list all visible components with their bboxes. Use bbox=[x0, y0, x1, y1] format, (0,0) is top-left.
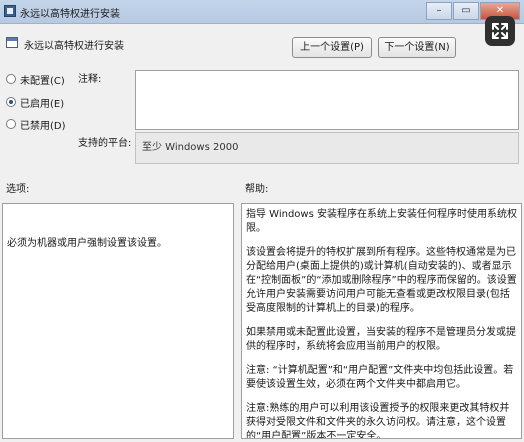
radio-enabled[interactable]: 已启用(E) bbox=[6, 95, 65, 110]
policy-setting-icon bbox=[6, 37, 18, 48]
radio-label: 已启用(E) bbox=[20, 98, 65, 110]
options-pane: 必须为机器或用户强制设置该设置。 bbox=[2, 203, 234, 439]
previous-setting-button[interactable]: 上一个设置(P) bbox=[292, 37, 372, 58]
radio-label: 未配置(C) bbox=[20, 75, 65, 87]
fullscreen-expand-button[interactable] bbox=[485, 16, 515, 46]
maximize-button[interactable]: ▭ bbox=[453, 2, 479, 20]
supported-platform-field: 至少 Windows 2000 bbox=[135, 132, 519, 164]
radio-button[interactable] bbox=[6, 74, 16, 84]
minimize-button[interactable]: – bbox=[426, 2, 452, 20]
comment-textarea[interactable] bbox=[135, 70, 519, 130]
policy-name: 永远以高特权进行安装 bbox=[24, 41, 124, 52]
title-bar: 永远以高特权进行安装 – ▭ ✕ bbox=[0, 0, 524, 24]
radio-button[interactable] bbox=[6, 97, 16, 107]
options-description: 必须为机器或用户强制设置该设置。 bbox=[7, 238, 167, 249]
help-pane[interactable]: 指导 Windows 安装程序在系统上安装任何程序时使用系统权限。 该设置会将提… bbox=[241, 203, 522, 439]
radio-button[interactable] bbox=[6, 119, 16, 129]
expand-arrows-icon bbox=[492, 23, 508, 39]
platform-label: 支持的平台: bbox=[78, 138, 132, 149]
radio-label: 已禁用(D) bbox=[20, 120, 66, 132]
help-paragraph: 注意: “计算机配置”和“用户配置”文件夹中均包括此设置。若要使该设置生效，必须… bbox=[246, 365, 514, 390]
help-paragraph: 指导 Windows 安装程序在系统上安装任何程序时使用系统权限。 bbox=[246, 209, 517, 234]
comment-label: 注释: bbox=[78, 74, 102, 85]
help-paragraph: 该设置会将提升的特权扩展到所有程序。这些特权通常是为已分配给用户(桌面上提供的)… bbox=[246, 247, 517, 314]
next-setting-button[interactable]: 下一个设置(N) bbox=[378, 37, 456, 58]
help-paragraph: 注意:熟练的用户可以利用该设置授予的权限来更改其特权并获得对受限文件和文件夹的永… bbox=[246, 403, 510, 439]
help-label: 帮助: bbox=[245, 184, 269, 195]
help-paragraph: 如果禁用或未配置此设置，当安装的程序不是管理员分发或提供的程序时，系统将会应用当… bbox=[246, 327, 516, 352]
radio-not-configured[interactable]: 未配置(C) bbox=[6, 72, 65, 87]
options-label: 选项: bbox=[6, 184, 30, 195]
policy-window-icon bbox=[4, 5, 16, 17]
window-title: 永远以高特权进行安装 bbox=[20, 9, 120, 20]
radio-disabled[interactable]: 已禁用(D) bbox=[6, 117, 66, 132]
